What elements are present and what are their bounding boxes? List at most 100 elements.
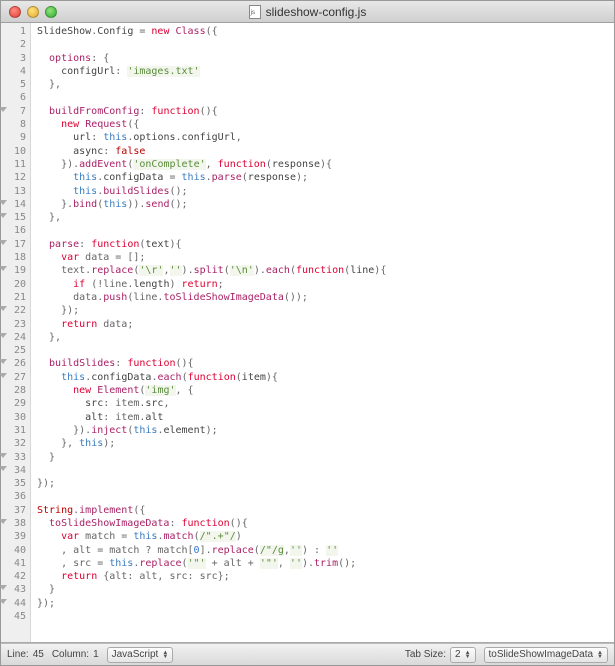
code-line[interactable]: }.bind(this)).send(); xyxy=(37,198,608,211)
line-number[interactable]: 43 xyxy=(1,583,30,596)
fold-icon[interactable] xyxy=(0,359,7,364)
line-number[interactable]: 40 xyxy=(1,544,30,557)
code-line[interactable]: src: item.src, xyxy=(37,397,608,410)
fold-icon[interactable] xyxy=(0,200,7,205)
code-line[interactable]: String.implement({ xyxy=(37,504,608,517)
code-line[interactable]: return {alt: alt, src: src}; xyxy=(37,570,608,583)
code-line[interactable]: options: { xyxy=(37,52,608,65)
line-number[interactable]: 25 xyxy=(1,344,30,357)
line-number[interactable]: 37 xyxy=(1,504,30,517)
line-number[interactable]: 12 xyxy=(1,171,30,184)
code-line[interactable]: data.push(line.toSlideShowImageData()); xyxy=(37,291,608,304)
line-number[interactable]: 13 xyxy=(1,185,30,198)
line-gutter[interactable]: 1234567891011121314151617181920212223242… xyxy=(1,23,31,642)
line-number[interactable]: 32 xyxy=(1,437,30,450)
symbol-select[interactable]: toSlideShowImageData ▲▼ xyxy=(484,647,608,663)
line-number[interactable]: 28 xyxy=(1,384,30,397)
line-number[interactable]: 15 xyxy=(1,211,30,224)
language-select[interactable]: JavaScript ▲▼ xyxy=(107,647,174,663)
line-number[interactable]: 42 xyxy=(1,570,30,583)
line-number[interactable]: 36 xyxy=(1,490,30,503)
code-line[interactable]: async: false xyxy=(37,145,608,158)
code-line[interactable]: , src = this.replace('"' + alt + '"', ''… xyxy=(37,557,608,570)
line-number[interactable]: 8 xyxy=(1,118,30,131)
code-line[interactable]: var data = []; xyxy=(37,251,608,264)
line-number[interactable]: 27 xyxy=(1,371,30,384)
fold-icon[interactable] xyxy=(0,519,7,524)
code-line[interactable]: if (!line.length) return; xyxy=(37,278,608,291)
line-number[interactable]: 34 xyxy=(1,464,30,477)
line-number[interactable]: 4 xyxy=(1,65,30,78)
line-number[interactable]: 24 xyxy=(1,331,30,344)
code-line[interactable]: this.configData.each(function(item){ xyxy=(37,371,608,384)
fold-icon[interactable] xyxy=(0,213,7,218)
line-number[interactable]: 23 xyxy=(1,318,30,331)
code-line[interactable] xyxy=(37,464,608,477)
line-number[interactable]: 7 xyxy=(1,105,30,118)
line-number[interactable]: 33 xyxy=(1,451,30,464)
line-number[interactable]: 30 xyxy=(1,411,30,424)
code-line[interactable]: new Element('img', { xyxy=(37,384,608,397)
line-number[interactable]: 17 xyxy=(1,238,30,251)
code-line[interactable] xyxy=(37,224,608,237)
code-line[interactable]: }, xyxy=(37,211,608,224)
code-line[interactable]: return data; xyxy=(37,318,608,331)
code-line[interactable]: configUrl: 'images.txt' xyxy=(37,65,608,78)
code-line[interactable] xyxy=(37,610,608,623)
fold-icon[interactable] xyxy=(0,107,7,112)
code-line[interactable]: }).addEvent('onComplete', function(respo… xyxy=(37,158,608,171)
fold-icon[interactable] xyxy=(0,453,7,458)
code-line[interactable]: }); xyxy=(37,597,608,610)
line-number[interactable]: 29 xyxy=(1,397,30,410)
code-line[interactable]: }).inject(this.element); xyxy=(37,424,608,437)
fold-icon[interactable] xyxy=(0,599,7,604)
fold-icon[interactable] xyxy=(0,466,7,471)
line-number[interactable]: 39 xyxy=(1,530,30,543)
code-line[interactable]: this.configData = this.parse(response); xyxy=(37,171,608,184)
line-number[interactable]: 5 xyxy=(1,78,30,91)
code-line[interactable]: }, xyxy=(37,331,608,344)
line-number[interactable]: 3 xyxy=(1,52,30,65)
line-number[interactable]: 38 xyxy=(1,517,30,530)
code-line[interactable]: url: this.options.configUrl, xyxy=(37,131,608,144)
close-icon[interactable] xyxy=(9,6,21,18)
fold-icon[interactable] xyxy=(0,585,7,590)
fold-icon[interactable] xyxy=(0,240,7,245)
line-number[interactable]: 14 xyxy=(1,198,30,211)
line-number[interactable]: 16 xyxy=(1,224,30,237)
code-line[interactable]: }, xyxy=(37,78,608,91)
line-number[interactable]: 1 xyxy=(1,25,30,38)
line-number[interactable]: 26 xyxy=(1,357,30,370)
line-number[interactable]: 21 xyxy=(1,291,30,304)
line-number[interactable]: 45 xyxy=(1,610,30,623)
line-number[interactable]: 22 xyxy=(1,304,30,317)
code-line[interactable]: var match = this.match(/".+"/) xyxy=(37,530,608,543)
line-number[interactable]: 44 xyxy=(1,597,30,610)
line-number[interactable]: 18 xyxy=(1,251,30,264)
fold-icon[interactable] xyxy=(0,333,7,338)
line-number[interactable]: 9 xyxy=(1,131,30,144)
code-line[interactable]: }, this); xyxy=(37,437,608,450)
line-number[interactable]: 10 xyxy=(1,145,30,158)
fold-icon[interactable] xyxy=(0,373,7,378)
code-line[interactable]: new Request({ xyxy=(37,118,608,131)
fold-icon[interactable] xyxy=(0,306,7,311)
line-number[interactable]: 19 xyxy=(1,264,30,277)
code-line[interactable] xyxy=(37,490,608,503)
line-number[interactable]: 41 xyxy=(1,557,30,570)
line-number[interactable]: 20 xyxy=(1,278,30,291)
line-number[interactable]: 35 xyxy=(1,477,30,490)
code-line[interactable] xyxy=(37,38,608,51)
code-line[interactable]: } xyxy=(37,583,608,596)
line-number[interactable]: 2 xyxy=(1,38,30,51)
code-line[interactable]: text.replace('\r','').split('\n').each(f… xyxy=(37,264,608,277)
zoom-icon[interactable] xyxy=(45,6,57,18)
fold-icon[interactable] xyxy=(0,266,7,271)
line-number[interactable]: 6 xyxy=(1,91,30,104)
code-line[interactable]: SlideShow.Config = new Class({ xyxy=(37,25,608,38)
code-area[interactable]: SlideShow.Config = new Class({ options: … xyxy=(31,23,614,642)
code-line[interactable] xyxy=(37,91,608,104)
tabsize-select[interactable]: 2 ▲▼ xyxy=(450,647,476,663)
line-number[interactable]: 31 xyxy=(1,424,30,437)
code-line[interactable]: parse: function(text){ xyxy=(37,238,608,251)
